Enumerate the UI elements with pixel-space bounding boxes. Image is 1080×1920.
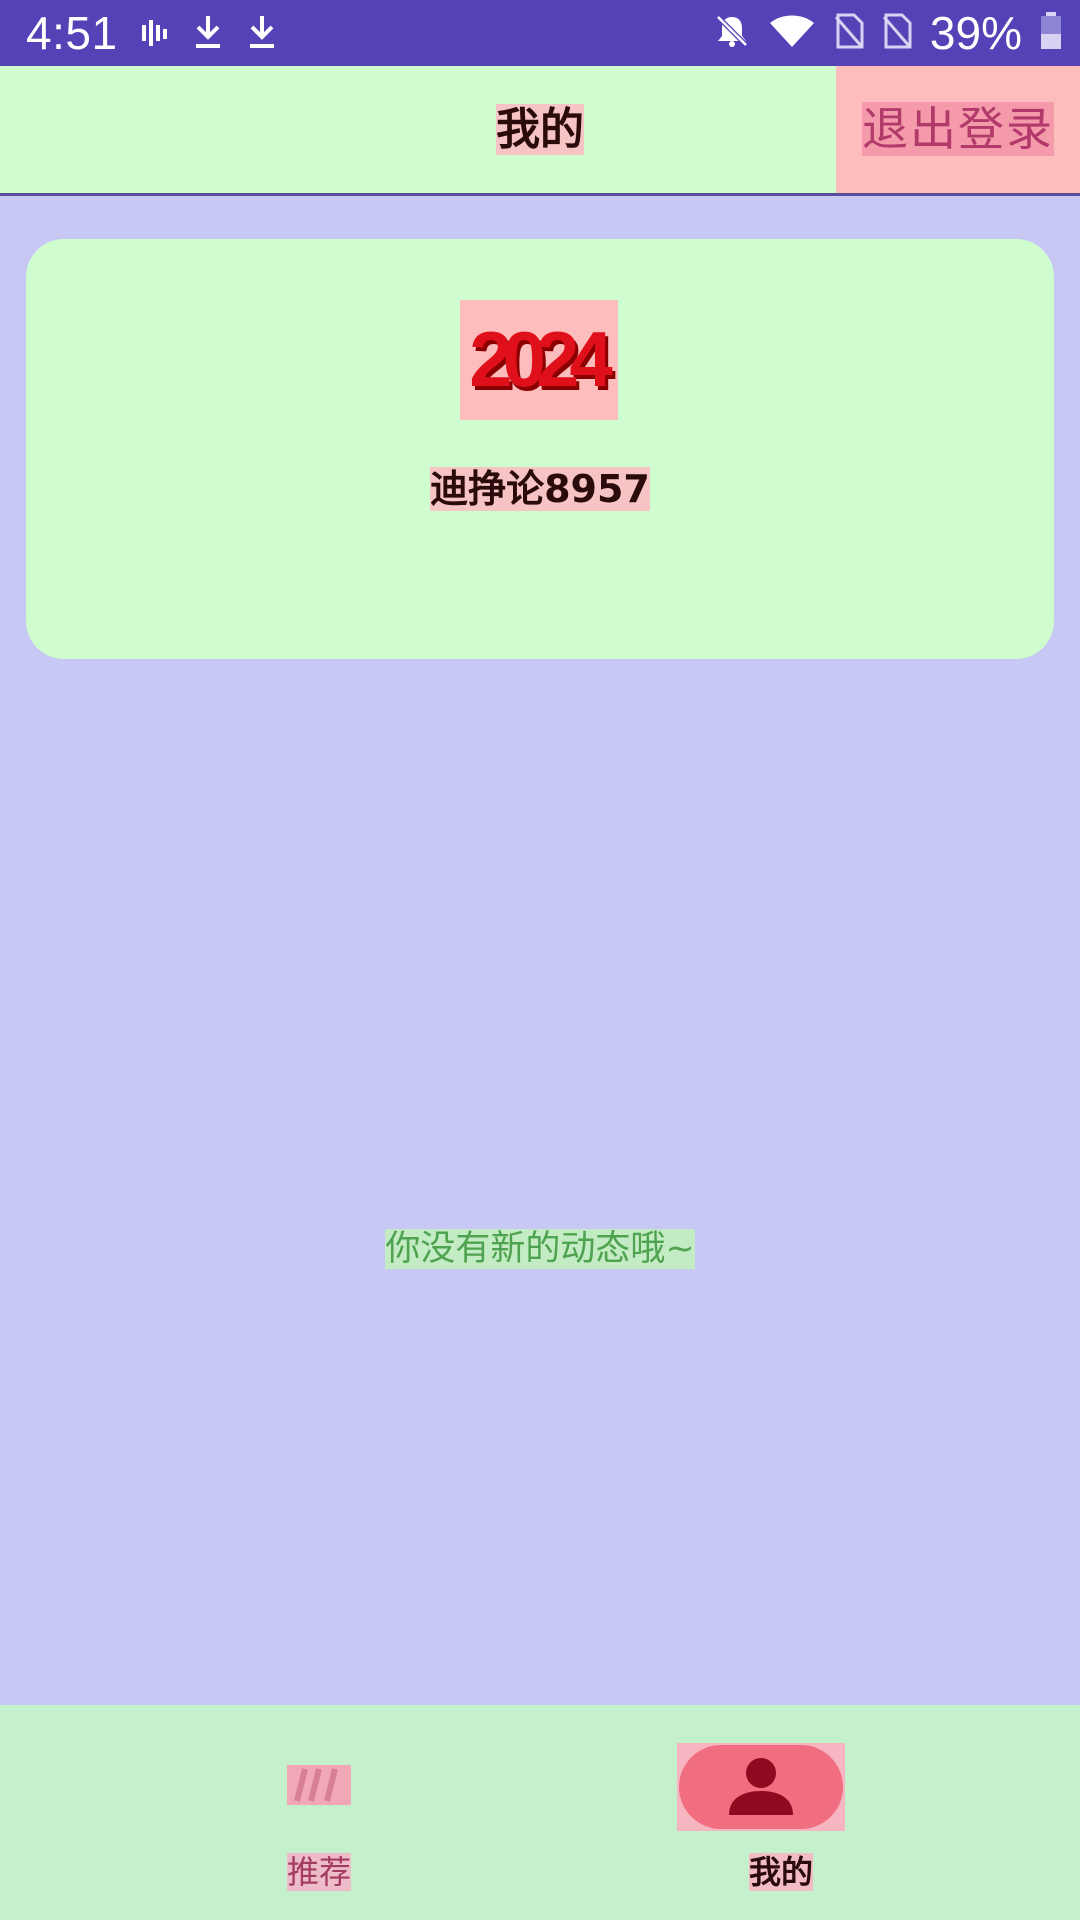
signal-bars-icon <box>140 17 170 51</box>
status-right-icons: 39% <box>714 8 1062 58</box>
avatar-text: 2024 <box>469 315 612 403</box>
empty-feed-message: 你没有新的动态哦~ <box>0 1226 1080 1272</box>
logout-button-label: 退出登录 <box>862 102 1054 156</box>
nav-indicator <box>677 1743 845 1831</box>
battery-percent: 39% <box>929 7 1022 59</box>
avatar-image: 2024 2024 <box>469 315 625 407</box>
download-icon <box>192 14 224 54</box>
status-time: 4:51 <box>26 7 118 59</box>
download-icon <box>246 14 278 54</box>
username: 迪挣论8957 <box>26 464 1054 514</box>
nav-label-mine-text: 我的 <box>748 1853 813 1891</box>
wifi-icon <box>768 13 816 53</box>
sim-off-icon <box>882 13 912 53</box>
sim-off-icon <box>834 13 864 53</box>
top-app-bar: 我的 退出登录 <box>0 66 1080 196</box>
username-text: 迪挣论8957 <box>430 467 650 511</box>
page-title-text: 我的 <box>496 104 584 155</box>
recommend-icon <box>287 1765 351 1805</box>
nav-label-mine: 我的 <box>511 1851 1051 1893</box>
nav-active-pill <box>679 1745 843 1829</box>
nav-item-mine[interactable]: 我的 <box>540 1705 1080 1920</box>
profile-card: 2024 2024 迪挣论8957 <box>26 239 1054 659</box>
nav-item-recommend[interactable]: 推荐 <box>0 1705 540 1920</box>
bottom-navigation: 推荐 我的 <box>0 1705 1080 1920</box>
logout-button[interactable]: 退出登录 <box>836 66 1080 193</box>
status-left-icons <box>140 12 278 56</box>
empty-feed-text: 你没有新的动态哦~ <box>385 1229 695 1269</box>
battery-icon <box>1040 12 1062 54</box>
nav-label-recommend: 推荐 <box>49 1851 589 1893</box>
person-icon <box>729 1758 793 1815</box>
nav-label-recommend-text: 推荐 <box>286 1853 351 1891</box>
status-bar: 4:51 39% <box>0 0 1080 66</box>
bell-off-icon <box>714 13 750 53</box>
avatar[interactable]: 2024 2024 <box>460 300 625 420</box>
